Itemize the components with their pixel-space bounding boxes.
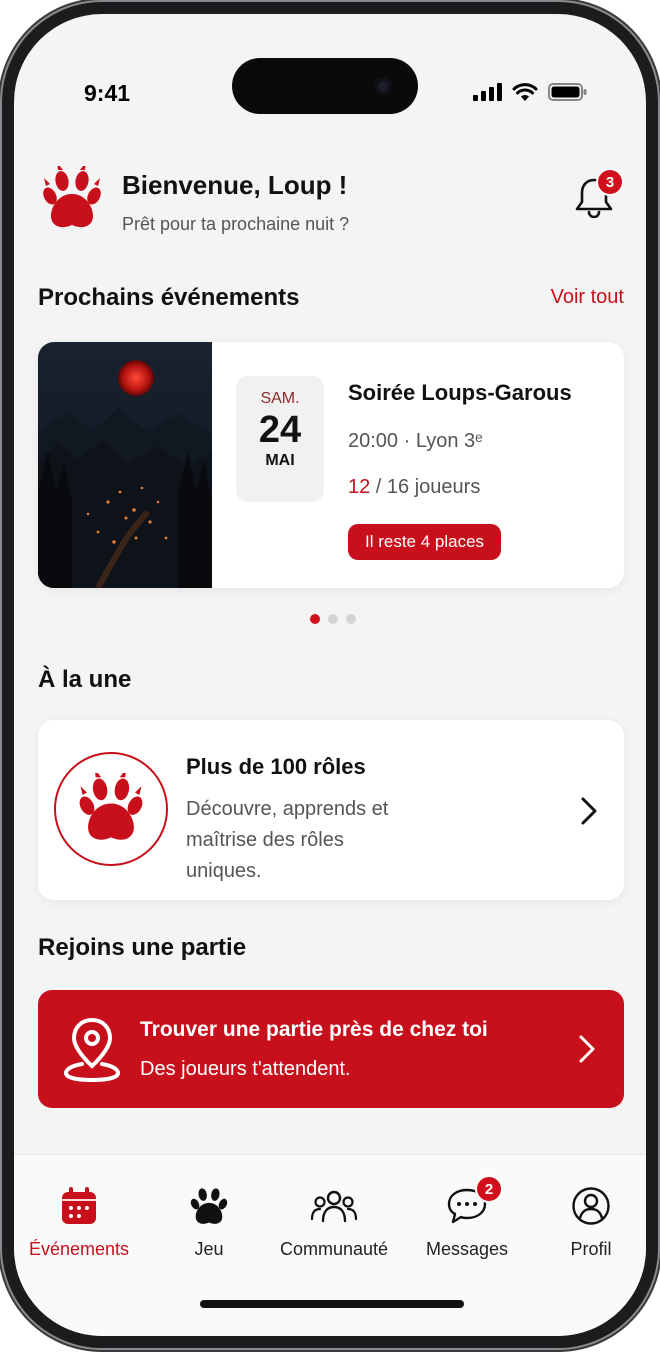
camera-icon (374, 77, 392, 95)
carousel-dot-active[interactable] (310, 614, 320, 624)
events-section-title: Prochains événements (38, 284, 300, 311)
players-current: 12 (348, 476, 371, 498)
paw-icon (79, 773, 143, 840)
status-time: 9:41 (84, 80, 131, 106)
welcome-subtitle: Prêt pour ta prochaine nuit ? (122, 214, 350, 234)
places-left-badge: Il reste 4 places (348, 524, 502, 560)
find-game-button[interactable]: Trouver une partie près de chez toi Des … (38, 990, 624, 1108)
tab-events[interactable]: Événements (14, 1183, 144, 1260)
tab-label: Jeu (194, 1239, 224, 1259)
notification-badge: 3 (596, 168, 624, 196)
tab-community[interactable]: Communauté (269, 1183, 399, 1260)
event-day-name: SAM. (260, 390, 300, 407)
roles-icon-circle (54, 752, 168, 866)
roles-feature-card[interactable]: Plus de 100 rôles Découvre, apprends et … (38, 720, 624, 900)
paw-logo-icon (43, 166, 101, 228)
phone-frame: 9:41 Bienvenue, Loup ! Prêt pour ta proc… (2, 2, 658, 1348)
chevron-right-icon (579, 1035, 595, 1063)
notifications-button[interactable]: 3 (574, 168, 624, 223)
event-time-location: 20:00 · Lyon 3ᵉ (348, 430, 483, 452)
tab-label: Profil (570, 1239, 612, 1259)
tab-label: Messages (425, 1239, 509, 1259)
find-game-title: Trouver une partie près de chez toi (140, 1018, 488, 1041)
event-date: SAM. 24 MAI (236, 376, 324, 502)
chevron-right-icon (581, 797, 597, 825)
tab-profile[interactable]: Profil (526, 1183, 646, 1260)
carousel-indicator (310, 614, 356, 624)
join-section-title: Rejoins une partie (38, 934, 247, 961)
cellular-signal-icon (473, 83, 502, 101)
roles-feature-title: Plus de 100 rôles (186, 754, 366, 779)
tab-messages[interactable]: 2 Messages (402, 1175, 532, 1260)
header: Bienvenue, Loup ! Prêt pour ta prochaine… (14, 154, 646, 244)
find-game-subtitle: Des joueurs t'attendent. (140, 1058, 351, 1080)
tab-label: Événements (28, 1239, 130, 1259)
wifi-icon (512, 82, 538, 101)
see-all-link[interactable]: Voir tout (551, 286, 624, 309)
roles-feature-description: Découvre, apprends et maîtrise des rôles… (186, 798, 389, 882)
status-bar: 9:41 (14, 14, 646, 134)
tab-bar: Événements Jeu Communauté 2 Messages Pro… (14, 1154, 646, 1336)
event-players: 12 / 16 joueurs (348, 476, 480, 499)
location-pin-icon (64, 1017, 120, 1082)
home-indicator[interactable] (200, 1300, 464, 1308)
community-icon (310, 1190, 358, 1223)
battery-icon (548, 83, 587, 101)
event-title: Soirée Loups-Garous (348, 380, 572, 405)
calendar-icon (62, 1187, 96, 1224)
app-screen: 9:41 Bienvenue, Loup ! Prêt pour ta proc… (14, 14, 646, 1336)
tab-game[interactable]: Jeu (144, 1183, 274, 1260)
welcome-title: Bienvenue, Loup ! (122, 170, 348, 200)
tab-label: Communauté (279, 1239, 389, 1259)
event-day-number: 24 (258, 409, 302, 451)
messages-badge: 2 (475, 1175, 503, 1203)
paw-icon (190, 1188, 228, 1224)
featured-section-title: À la une (38, 666, 132, 693)
event-card[interactable]: SAM. 24 MAI Soirée Loups-Garous 20:00 · … (38, 342, 624, 588)
dynamic-island (232, 58, 418, 114)
carousel-dot[interactable] (346, 614, 356, 624)
players-total: / 16 joueurs (370, 476, 481, 498)
carousel-dot[interactable] (328, 614, 338, 624)
status-icons (473, 82, 588, 102)
event-month: MAI (265, 452, 295, 469)
event-image (38, 342, 212, 588)
profile-icon (572, 1187, 610, 1225)
